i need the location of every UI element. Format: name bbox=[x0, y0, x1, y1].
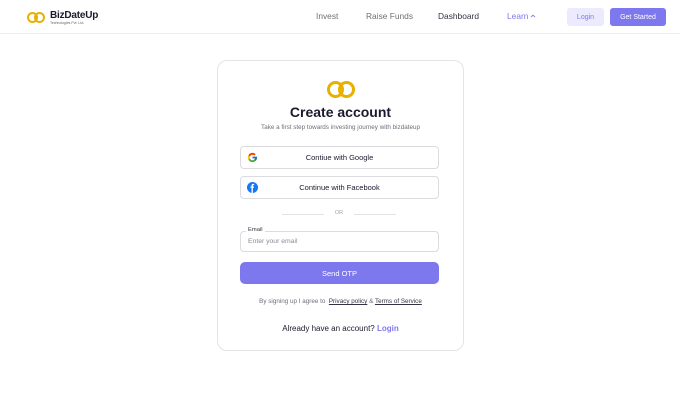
nav-raise-funds-link[interactable]: Raise Funds bbox=[366, 11, 413, 21]
double-ring-logo-icon bbox=[27, 11, 47, 25]
brand-logo[interactable]: BizDateUp Technologies Pvt. Ltd. bbox=[27, 9, 98, 27]
nav-invest-link[interactable]: Invest bbox=[316, 11, 338, 21]
email-field[interactable] bbox=[240, 231, 439, 252]
have-account-label: Already have an account? bbox=[282, 324, 375, 333]
nav-dashboard-link[interactable]: Dashboard bbox=[438, 11, 479, 21]
email-label: Email bbox=[246, 227, 265, 233]
top-navbar: BizDateUp Technologies Pvt. Ltd. Invest … bbox=[0, 0, 680, 34]
create-account-card: Create account Take a first step towards… bbox=[217, 60, 464, 351]
get-started-button[interactable]: Get Started bbox=[610, 8, 666, 26]
page-subtitle: Take a first step towards investing jour… bbox=[261, 124, 420, 131]
privacy-policy-link[interactable]: Privacy policy bbox=[329, 298, 368, 305]
terms-ampersand: & bbox=[369, 298, 374, 305]
facebook-icon bbox=[247, 182, 258, 193]
send-otp-button[interactable]: Send OTP bbox=[240, 262, 439, 284]
terms-prefix: By signing up I agree to bbox=[259, 298, 326, 305]
signin-login-link[interactable]: Login bbox=[377, 324, 399, 333]
terms-of-service-link[interactable]: Terms of Service bbox=[375, 298, 422, 305]
page-title: Create account bbox=[289, 104, 392, 120]
login-button[interactable]: Login bbox=[567, 8, 604, 26]
brand-name: BizDateUp bbox=[50, 9, 99, 21]
brand-subtitle: Technologies Pvt. Ltd. bbox=[50, 20, 85, 25]
google-icon bbox=[247, 152, 258, 163]
google-button-label: Contiue with Google bbox=[305, 153, 374, 162]
divider-line-right bbox=[354, 214, 396, 215]
facebook-button-label: Continue with Facebook bbox=[299, 183, 380, 192]
continue-with-google-button[interactable]: Contiue with Google bbox=[240, 146, 439, 169]
divider-text: OR bbox=[334, 210, 344, 216]
double-ring-logo-icon bbox=[327, 80, 357, 100]
chevron-up-icon bbox=[531, 14, 536, 18]
nav-learn-dropdown[interactable]: Learn bbox=[507, 11, 536, 21]
terms-text: By signing up I agree to Privacy policy … bbox=[218, 298, 463, 305]
or-divider: OR bbox=[282, 209, 396, 219]
continue-with-facebook-button[interactable]: Continue with Facebook bbox=[240, 176, 439, 199]
have-account-text: Already have an account? Login bbox=[218, 324, 463, 333]
brand-text: BizDateUp Technologies Pvt. Ltd. bbox=[50, 9, 99, 26]
nav-learn-label: Learn bbox=[507, 11, 529, 21]
